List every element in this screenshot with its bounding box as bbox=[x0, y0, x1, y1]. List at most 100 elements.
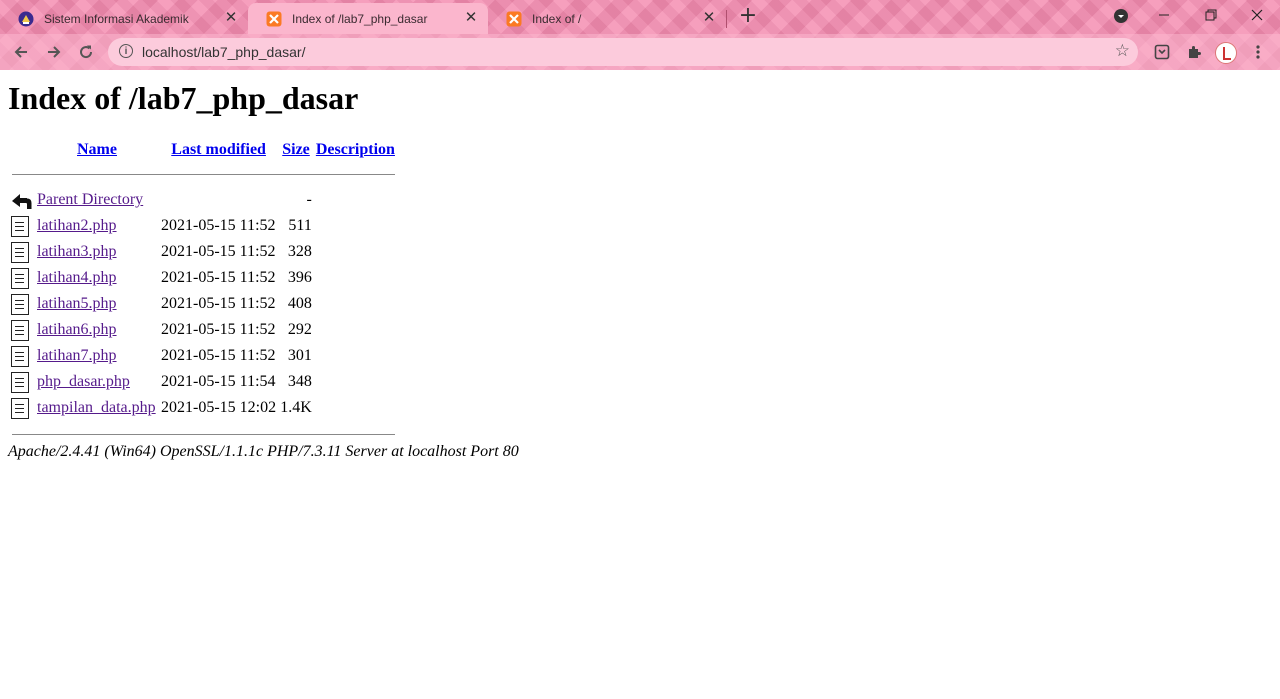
extension-button[interactable] bbox=[1152, 42, 1172, 62]
sort-by-name-link[interactable]: Name bbox=[77, 141, 117, 158]
text-file-icon bbox=[11, 397, 29, 419]
table-row: Parent Directory - bbox=[10, 188, 396, 212]
sort-by-description-link[interactable]: Description bbox=[316, 141, 395, 158]
divider bbox=[12, 173, 395, 175]
pocket-icon bbox=[1154, 44, 1170, 60]
back-arrow-icon bbox=[12, 194, 33, 209]
browser-chrome: Sistem Informasi Akademik ✕ Index of /la… bbox=[0, 0, 1280, 70]
tab-index-root[interactable]: Index of / ✕ bbox=[488, 3, 726, 34]
file-size: 301 bbox=[287, 347, 312, 364]
table-row: latihan3.php 2021-05-15 11:52 328 bbox=[10, 240, 396, 264]
close-icon bbox=[1251, 9, 1263, 21]
url-text[interactable]: localhost/lab7_php_dasar/ bbox=[142, 44, 305, 60]
directory-listing-page: Index of /lab7_php_dasar Name Last modif… bbox=[0, 70, 1280, 699]
tab-lab7-php-dasar[interactable]: Index of /lab7_php_dasar ✕ bbox=[248, 3, 488, 34]
file-link[interactable]: latihan2.php bbox=[37, 217, 117, 234]
modified-column-header: Last modified bbox=[160, 140, 277, 160]
restore-icon bbox=[1205, 9, 1217, 21]
restore-button[interactable] bbox=[1198, 5, 1224, 27]
close-icon[interactable]: ✕ bbox=[464, 10, 478, 25]
icon-column-header bbox=[10, 140, 34, 160]
tab-strip: Sistem Informasi Akademik ✕ Index of /la… bbox=[0, 0, 1280, 34]
file-link[interactable]: tampilan_data.php bbox=[37, 399, 156, 416]
xampp-icon bbox=[266, 11, 282, 26]
table-row: latihan5.php 2021-05-15 11:52 408 bbox=[10, 292, 396, 316]
file-link[interactable]: latihan7.php bbox=[37, 347, 117, 364]
menu-button[interactable] bbox=[1248, 42, 1268, 62]
extensions-button[interactable] bbox=[1184, 42, 1204, 62]
file-size: 396 bbox=[287, 269, 312, 286]
text-file-icon bbox=[11, 319, 29, 341]
more-vert-icon bbox=[1256, 45, 1260, 59]
file-size: 348 bbox=[287, 373, 312, 390]
file-modified: 2021-05-15 11:52 bbox=[161, 217, 276, 234]
file-modified: 2021-05-15 11:52 bbox=[161, 321, 276, 338]
size-column-header: Size bbox=[279, 140, 313, 160]
file-size: 292 bbox=[287, 321, 312, 338]
table-row: latihan6.php 2021-05-15 11:52 292 bbox=[10, 318, 396, 342]
toolbar: i localhost/lab7_php_dasar/ ☆ bbox=[0, 34, 1280, 70]
file-link[interactable]: latihan3.php bbox=[37, 243, 117, 260]
file-size: 1.4K bbox=[280, 399, 312, 416]
text-file-icon bbox=[11, 267, 29, 289]
text-file-icon bbox=[11, 215, 29, 237]
back-button[interactable] bbox=[7, 38, 35, 66]
file-modified: 2021-05-15 11:54 bbox=[161, 373, 276, 390]
parent-directory-link[interactable]: Parent Directory bbox=[37, 191, 143, 208]
file-table: Name Last modified Size Description Pare… bbox=[8, 138, 398, 448]
file-size: - bbox=[306, 191, 312, 208]
file-link[interactable]: php_dasar.php bbox=[37, 373, 130, 390]
file-size: 511 bbox=[288, 217, 312, 234]
sort-by-size-link[interactable]: Size bbox=[282, 141, 310, 158]
arrow-left-icon bbox=[14, 46, 27, 58]
table-row: latihan7.php 2021-05-15 11:52 301 bbox=[10, 344, 396, 368]
minimize-button[interactable] bbox=[1151, 5, 1177, 27]
tab-title: Index of / bbox=[532, 11, 582, 26]
tab-sistem-informasi[interactable]: Sistem Informasi Akademik ✕ bbox=[0, 3, 248, 34]
file-modified: 2021-05-15 12:02 bbox=[161, 399, 277, 416]
info-icon[interactable]: i bbox=[119, 44, 133, 58]
avatar[interactable] bbox=[1215, 42, 1237, 64]
file-modified: 2021-05-15 11:52 bbox=[161, 295, 276, 312]
forward-button[interactable] bbox=[40, 38, 68, 66]
reload-button[interactable] bbox=[72, 38, 100, 66]
tab-search-button[interactable] bbox=[1108, 5, 1134, 27]
xampp-icon bbox=[506, 11, 522, 26]
divider bbox=[12, 433, 395, 435]
close-window-button[interactable] bbox=[1244, 5, 1270, 27]
file-link[interactable]: latihan6.php bbox=[37, 321, 117, 338]
file-link[interactable]: latihan4.php bbox=[37, 269, 117, 286]
text-file-icon bbox=[11, 293, 29, 315]
tab-title: Index of /lab7_php_dasar bbox=[292, 11, 428, 26]
puzzle-icon bbox=[1189, 46, 1201, 58]
table-header: Name Last modified Size Description bbox=[10, 140, 396, 160]
tab-title: Sistem Informasi Akademik bbox=[44, 11, 189, 26]
address-bar[interactable]: i localhost/lab7_php_dasar/ ☆ bbox=[108, 38, 1138, 66]
close-icon[interactable]: ✕ bbox=[702, 10, 716, 25]
file-modified: 2021-05-15 11:52 bbox=[161, 243, 276, 260]
sort-by-modified-link[interactable]: Last modified bbox=[171, 141, 266, 158]
chevron-down-icon bbox=[1114, 9, 1128, 23]
minimize-icon bbox=[1159, 14, 1169, 16]
name-column-header: Name bbox=[36, 140, 158, 160]
star-icon[interactable]: ☆ bbox=[1115, 41, 1130, 61]
close-icon[interactable]: ✕ bbox=[224, 10, 238, 25]
description-column-header: Description bbox=[315, 140, 396, 160]
text-file-icon bbox=[11, 371, 29, 393]
table-row: latihan4.php 2021-05-15 11:52 396 bbox=[10, 266, 396, 290]
file-modified: 2021-05-15 11:52 bbox=[161, 347, 276, 364]
file-size: 328 bbox=[287, 243, 312, 260]
file-link[interactable]: latihan5.php bbox=[37, 295, 117, 312]
university-icon bbox=[18, 11, 34, 26]
table-row: tampilan_data.php 2021-05-15 12:02 1.4K bbox=[10, 396, 396, 420]
page-title: Index of /lab7_php_dasar bbox=[8, 80, 359, 116]
file-modified: 2021-05-15 11:52 bbox=[161, 269, 276, 286]
table-row: latihan2.php 2021-05-15 11:52 511 bbox=[10, 214, 396, 238]
tab-separator bbox=[726, 10, 727, 28]
divider-row bbox=[10, 162, 396, 186]
reload-icon bbox=[80, 45, 93, 59]
table-row: php_dasar.php 2021-05-15 11:54 348 bbox=[10, 370, 396, 394]
arrow-right-icon bbox=[48, 46, 61, 58]
file-size: 408 bbox=[287, 295, 312, 312]
new-tab-button[interactable]: + bbox=[737, 5, 759, 28]
